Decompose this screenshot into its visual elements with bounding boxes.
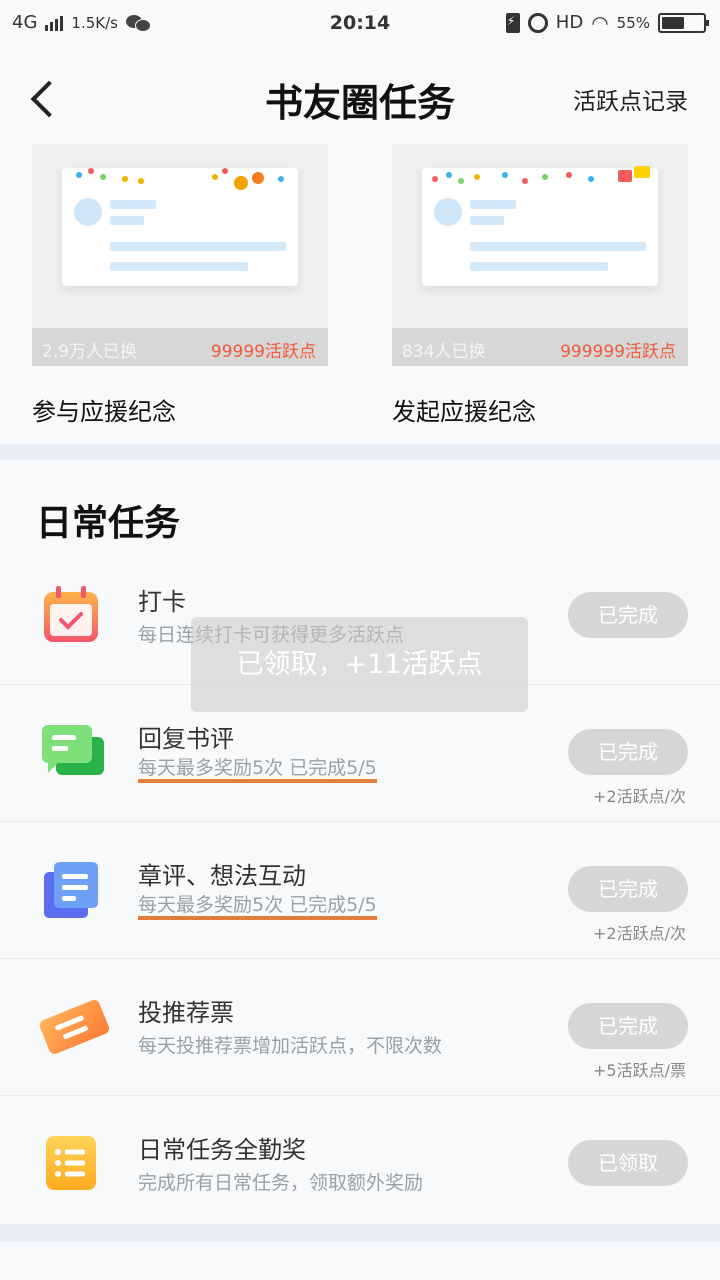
reward-footer: 2.9万人已换 99999活跃点 [32, 328, 328, 366]
reward-footer: 834人已换 999999活跃点 [392, 328, 688, 366]
task-name: 打卡 [138, 588, 186, 616]
chat-icon [42, 723, 104, 781]
reward-exchange-count: 2.9万人已换 [42, 342, 138, 362]
section-divider [0, 444, 720, 460]
task-description: 完成所有日常任务，领取额外奖励 [138, 1172, 424, 1194]
task-name: 日常任务全勤奖 [138, 1136, 306, 1164]
task-name: 投推荐票 [138, 999, 234, 1027]
reward-card-join[interactable]: 2.9万人已换 99999活跃点 参与应援纪念 [32, 144, 328, 427]
task-row-full-attendance: 日常任务全勤奖 完成所有日常任务，领取额外奖励 已领取 [0, 1096, 720, 1233]
confetti-decoration [422, 166, 658, 190]
bottom-area [0, 1242, 720, 1280]
mock-line [470, 200, 516, 209]
reward-name: 发起应援纪念 [392, 398, 536, 426]
mock-line [110, 242, 286, 251]
mock-line [110, 216, 144, 225]
task-row-recommend-vote: 投推荐票 每天投推荐票增加活跃点，不限次数 已完成 +5活跃点/票 [0, 959, 720, 1096]
mock-line [110, 200, 156, 209]
battery-icon [658, 12, 709, 33]
nav-header: 书友圈任务 活跃点记录 [0, 50, 720, 144]
task-name: 回复书评 [138, 725, 234, 753]
wifi-icon: ◠ [591, 10, 609, 35]
ticket-icon [38, 997, 109, 1055]
confetti-decoration [62, 166, 298, 190]
activity-record-link[interactable]: 活跃点记录 [573, 82, 688, 116]
task-reward-rate: +2活跃点/次 [593, 924, 686, 943]
task-name: 章评、想法互动 [138, 862, 306, 890]
mock-avatar [434, 198, 462, 226]
battery-fill [662, 16, 684, 29]
toast-message: 已领取，+11活跃点 [191, 617, 528, 712]
hd-indicator: HD [555, 12, 584, 33]
section-divider [0, 1224, 720, 1242]
reward-thumbnail: 2.9万人已换 99999活跃点 [32, 144, 328, 366]
task-status-button[interactable]: 已完成 [568, 592, 688, 638]
mock-avatar [74, 198, 102, 226]
task-row-chapter-comment: 章评、想法互动 每天最多奖励5次 已完成5/5 已完成 +2活跃点/次 [0, 822, 720, 959]
mock-line [110, 262, 248, 271]
reward-exchange-count: 834人已换 [402, 342, 486, 362]
mock-line [470, 242, 646, 251]
daily-tasks-title: 日常任务 [36, 502, 181, 544]
reward-price: 99999活跃点 [210, 342, 316, 362]
task-status-button[interactable]: 已完成 [568, 729, 688, 775]
reward-price: 999999活跃点 [560, 342, 676, 362]
reward-name: 参与应援纪念 [32, 398, 176, 426]
task-status-button[interactable]: 已领取 [568, 1140, 688, 1186]
mock-line [470, 216, 504, 225]
mock-line [470, 262, 608, 271]
battery-percent: 55% [616, 13, 650, 32]
alarm-icon [527, 12, 548, 33]
task-status-button[interactable]: 已完成 [568, 866, 688, 912]
reward-card-start[interactable]: 834人已换 999999活跃点 发起应援纪念 [392, 144, 688, 427]
task-description: 每天最多奖励5次 已完成5/5 [138, 894, 377, 920]
task-reward-rate: +2活跃点/次 [593, 787, 686, 806]
task-status-button[interactable]: 已完成 [568, 1003, 688, 1049]
list-icon [42, 1134, 100, 1192]
rewards-section: 2.9万人已换 99999活跃点 参与应援纪念 834人已换 999999活跃点… [0, 144, 720, 444]
calendar-icon [42, 586, 100, 644]
document-icon [42, 860, 100, 918]
charging-icon [505, 12, 520, 33]
task-description: 每天投推荐票增加活跃点，不限次数 [138, 1035, 443, 1057]
task-reward-rate: +5活跃点/票 [593, 1061, 686, 1080]
status-bar: 4G 1.5K/s 20:14 HD ◠ 55% [0, 0, 720, 50]
task-description: 每天最多奖励5次 已完成5/5 [138, 757, 377, 783]
daily-tasks-section: 日常任务 打卡 每日连续打卡可获得更多活跃点 已完成 [0, 460, 720, 1224]
reward-thumbnail: 834人已换 999999活跃点 [392, 144, 688, 366]
